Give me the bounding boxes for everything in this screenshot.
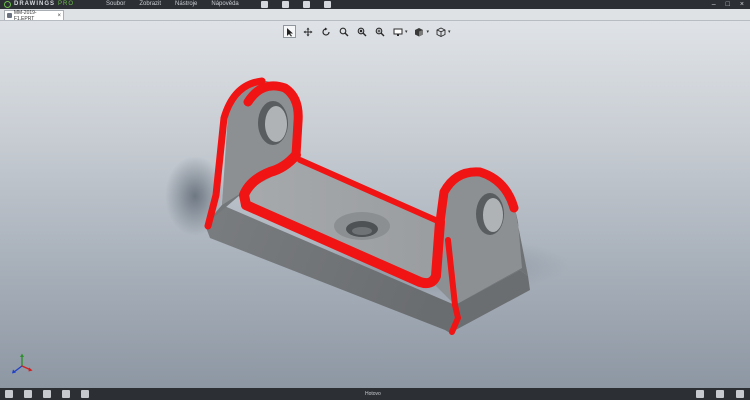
bottom-status-bar: Hotovo [0, 388, 750, 400]
document-tab-label: MM-2019-F1.EPRT [13, 9, 37, 22]
menu-item-help[interactable]: Nápověda [211, 0, 238, 9]
open-icon[interactable] [260, 1, 268, 8]
app-logo-icon [4, 1, 11, 8]
menu-item-file[interactable]: Soubor [106, 0, 125, 9]
save-icon[interactable] [302, 1, 310, 8]
close-window-icon[interactable]: × [740, 0, 744, 9]
menu-item-tools[interactable]: Nástroje [175, 0, 197, 9]
document-tab-bar: MM-2019-F1.EPRT × [0, 9, 750, 22]
main-menu: Soubor Zobrazit Nástroje Nápověda [106, 0, 239, 9]
refresh-icon[interactable] [24, 390, 32, 398]
left-upright-hole-inner [265, 106, 287, 142]
quick-access-toolbar [260, 1, 331, 8]
bottom-right-toolbar [696, 390, 750, 398]
menu-item-view[interactable]: Zobrazit [139, 0, 161, 9]
part-document-icon [7, 13, 12, 18]
close-tab-icon[interactable]: × [57, 13, 61, 19]
countersink-hole-rim [352, 227, 372, 235]
app-edition: PRO [58, 1, 75, 7]
link-icon[interactable] [43, 390, 51, 398]
title-menu-bar: DRAWINGS PRO Soubor Zobrazit Nástroje Ná… [0, 0, 750, 9]
app-name: DRAWINGS [14, 1, 55, 7]
measure-icon[interactable] [323, 1, 331, 8]
pencil-icon[interactable] [716, 390, 724, 398]
home-icon[interactable] [5, 390, 13, 398]
right-upright-hole-inner [483, 198, 503, 232]
scale-icon[interactable] [696, 390, 704, 398]
minimize-icon[interactable]: – [712, 0, 716, 9]
gear-icon[interactable] [736, 390, 744, 398]
graphics-viewport[interactable]: ▾ ▾ ▾ [0, 21, 750, 388]
document-tab[interactable]: MM-2019-F1.EPRT × [4, 9, 64, 22]
app-brand: DRAWINGS PRO [0, 0, 106, 9]
maximize-icon[interactable]: □ [726, 0, 730, 9]
bottom-left-toolbar [0, 390, 89, 398]
window-controls: – □ × [712, 0, 750, 9]
coordinate-triad [12, 353, 33, 374]
print-icon[interactable] [281, 1, 289, 8]
user-icon[interactable] [81, 390, 89, 398]
part-3d-model[interactable] [0, 21, 750, 388]
database-icon[interactable] [62, 390, 70, 398]
status-text: Hotovo [365, 391, 381, 397]
